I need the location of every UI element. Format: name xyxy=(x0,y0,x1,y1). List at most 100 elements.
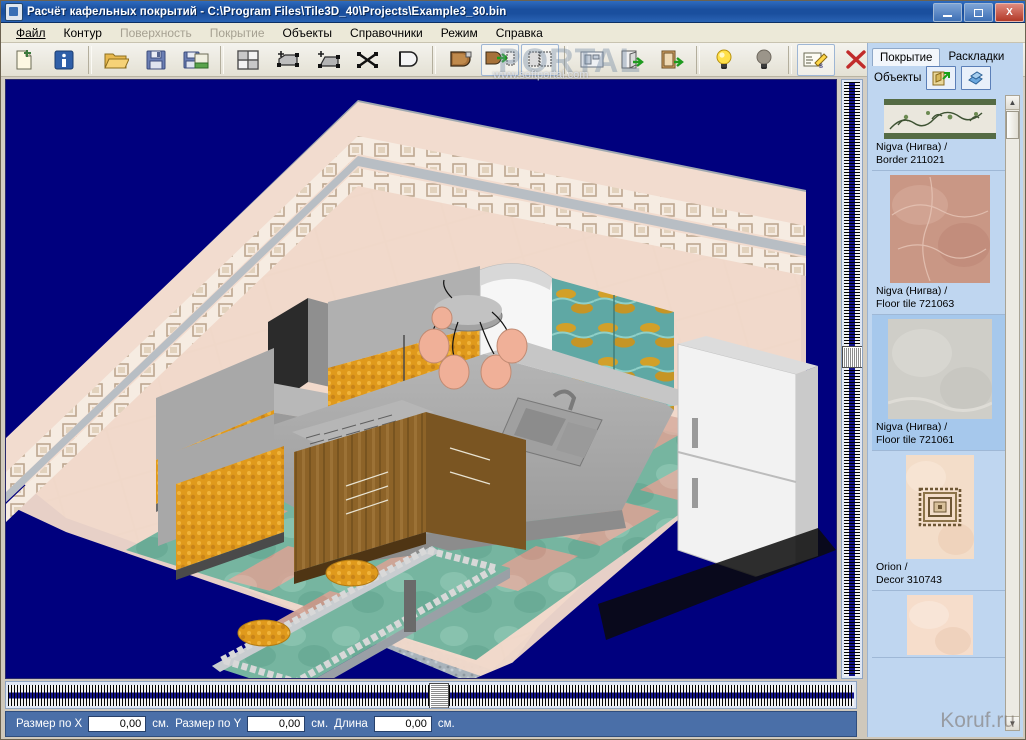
tile-code: Border 211021 xyxy=(876,153,945,166)
tile-caption: Orion / Decor 310743 xyxy=(872,559,1008,588)
load-object-button[interactable] xyxy=(926,66,957,90)
apply-object-button[interactable] xyxy=(961,66,992,90)
tile-thumbnail-border xyxy=(884,99,996,139)
tile-list-item[interactable]: Orion / Decor 310743 xyxy=(872,451,1008,591)
objects-row: Объекты xyxy=(868,65,1023,91)
toolbar-separator xyxy=(564,45,568,74)
size-x-field[interactable]: 0,00 xyxy=(88,716,147,732)
tile-caption: Nigva (Нигва) / Floor tile 721061 xyxy=(872,419,1008,448)
menu-item-surface: Поверхность xyxy=(119,25,192,40)
estimate-icon: s xyxy=(803,52,828,70)
open-door-button[interactable] xyxy=(613,44,651,76)
save-floppy-icon xyxy=(146,50,166,69)
tile-collection: Nigva (Нигва) / xyxy=(876,141,948,153)
size-y-label: Размер по Y xyxy=(175,718,242,730)
close-button[interactable]: X xyxy=(995,3,1024,22)
tile-thumbnail-floor-grey xyxy=(888,319,992,419)
window-object-button[interactable] xyxy=(653,44,691,76)
estimate-button[interactable]: s xyxy=(797,43,835,76)
tab-coating[interactable]: Покрытие xyxy=(872,48,941,66)
light-on-icon xyxy=(716,49,732,69)
scrollbar-thumb[interactable] xyxy=(1006,111,1019,139)
tile-list-scrollbar[interactable]: ▲ ▼ xyxy=(1005,95,1020,731)
tile-list[interactable]: Nigva (Нигва) / Border 211021 Nigva (Ниг… xyxy=(872,95,1008,731)
light-off-button[interactable] xyxy=(745,44,783,76)
grid-rooms-icon xyxy=(237,49,259,70)
add-contour-button[interactable] xyxy=(269,44,307,76)
tile-code: Floor tile 721061 xyxy=(876,433,955,446)
texture-apply-button[interactable] xyxy=(441,44,479,76)
chevron-down-icon: ▼ xyxy=(1008,719,1017,728)
minimize-button[interactable] xyxy=(933,3,962,22)
tile-caption: Nigva (Нигва) / Floor tile 721063 xyxy=(872,283,1008,312)
length-field[interactable]: 0,00 xyxy=(373,716,432,732)
delete-surface-button[interactable] xyxy=(349,44,387,76)
load-object-icon xyxy=(932,71,951,86)
tile-list-item[interactable]: Nigva (Нигва) / Border 211021 xyxy=(872,95,1008,171)
toolbar-separator xyxy=(432,45,436,74)
tile-list-item-selected[interactable]: Nigva (Нигва) / Floor tile 721061 xyxy=(872,315,1008,451)
app-icon xyxy=(5,2,23,21)
maximize-icon xyxy=(974,8,983,17)
toolbar-separator xyxy=(220,45,224,74)
viewport-3d[interactable] xyxy=(5,79,837,679)
menu-bar: Файл Контур Поверхность Покрытие Объекты… xyxy=(1,23,1025,43)
tile-list-item-partial[interactable] xyxy=(872,591,1008,658)
tile-thumbnail-decor xyxy=(906,455,974,559)
paste-coating-button[interactable] xyxy=(521,43,559,76)
horizontal-slider-thumb[interactable] xyxy=(429,683,449,708)
menu-item-catalogs[interactable]: Справочники xyxy=(341,24,432,42)
contour-shape-button[interactable] xyxy=(389,44,427,76)
copy-coating-button[interactable] xyxy=(481,43,519,76)
scroll-down-button[interactable]: ▼ xyxy=(1006,716,1019,730)
toolbar-separator xyxy=(88,45,92,74)
tile-thumbnail-partial xyxy=(907,595,973,655)
scene-3d-render xyxy=(6,80,836,678)
tile-thumbnail-floor-rose xyxy=(890,175,990,283)
menu-item-objects[interactable]: Объекты xyxy=(274,24,342,42)
close-icon: X xyxy=(1006,7,1013,18)
menu-item-help[interactable]: Справка xyxy=(487,24,552,42)
delete-red-x-icon xyxy=(846,49,866,69)
menu-item-mode[interactable]: Режим xyxy=(432,24,487,42)
application-window: Расчёт кафельных покрытий - C:\Program F… xyxy=(0,0,1026,740)
size-x-unit: см. xyxy=(152,718,170,730)
vertical-slider-track[interactable] xyxy=(844,82,860,676)
add-surface-button[interactable] xyxy=(309,44,347,76)
title-bar: Расчёт кафельных покрытий - C:\Program F… xyxy=(1,1,1025,23)
window-object-icon xyxy=(661,50,684,68)
menu-label-file: Файл xyxy=(16,25,46,40)
tile-code: Floor tile 721063 xyxy=(876,297,955,310)
save-button[interactable] xyxy=(137,44,175,76)
save-as-icon xyxy=(183,51,209,68)
window-title: Расчёт кафельных покрытий - C:\Program F… xyxy=(27,5,507,18)
new-document-icon xyxy=(16,49,32,69)
vertical-slider-thumb[interactable] xyxy=(842,346,862,368)
size-y-field[interactable]: 0,00 xyxy=(247,716,306,732)
menu-item-contour[interactable]: Контур xyxy=(55,24,111,42)
minimize-icon xyxy=(943,14,952,17)
status-bar: Размер по X 0,00 см. Размер по Y 0,00 см… xyxy=(5,711,857,737)
project-info-button[interactable] xyxy=(45,44,83,76)
light-off-icon xyxy=(756,49,772,69)
menu-item-file[interactable]: Файл xyxy=(7,24,55,42)
tile-collection: Nigva (Нигва) / xyxy=(876,285,948,297)
horizontal-rotation-slider[interactable] xyxy=(5,681,857,709)
open-folder-button[interactable] xyxy=(97,44,135,76)
vertical-rotation-slider[interactable] xyxy=(841,79,863,679)
tile-code: Decor 310743 xyxy=(876,573,942,586)
toolbar-separator xyxy=(788,45,792,74)
save-as-button[interactable] xyxy=(177,44,215,76)
light-on-button[interactable] xyxy=(705,44,743,76)
new-document-button[interactable] xyxy=(5,44,43,76)
tile-list-item[interactable]: Nigva (Нигва) / Floor tile 721063 xyxy=(872,171,1008,315)
toolbar-separator xyxy=(696,45,700,74)
chevron-up-icon: ▲ xyxy=(1008,98,1017,107)
size-x-label: Размер по X xyxy=(16,718,83,730)
tab-layouts[interactable]: Раскладки xyxy=(941,48,1012,65)
room-grid-button[interactable] xyxy=(229,44,267,76)
layout-2d-button[interactable] xyxy=(573,44,611,76)
size-y-unit: см. xyxy=(311,718,329,730)
maximize-button[interactable] xyxy=(964,3,993,22)
scroll-up-button[interactable]: ▲ xyxy=(1006,96,1019,110)
